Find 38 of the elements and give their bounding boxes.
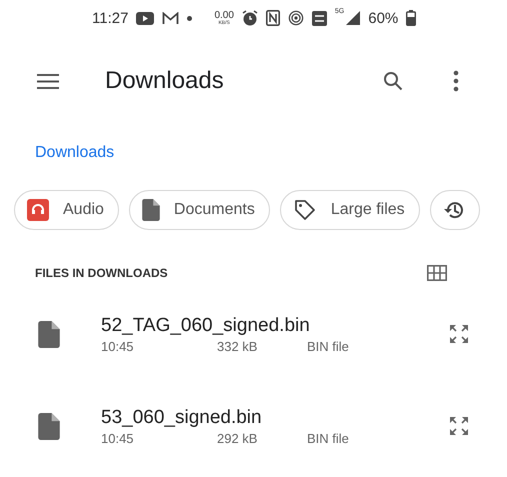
history-icon [442,199,465,221]
nfc-icon [266,10,280,26]
headphones-icon [27,199,49,221]
file-size: 332 kB [217,338,258,354]
search-button[interactable] [383,71,403,91]
file-size: 292 kB [217,430,258,446]
file-time: 10:45 [101,338,135,354]
filter-chip[interactable]: Large files [280,190,420,230]
file-icon [38,412,60,440]
signal-icon [346,11,360,25]
filter-chip[interactable]: Documents [128,190,270,230]
tag-icon [292,198,317,222]
battery-percent: 60% [368,10,398,26]
more-button[interactable] [453,70,459,92]
dot-icon [187,16,192,20]
expand-button[interactable] [449,416,469,436]
breadcrumb-link[interactable]: Downloads [35,144,114,162]
filter-chip[interactable]: Audio [14,190,119,230]
status-time: 11:27 [92,10,128,26]
grid-view-button[interactable] [427,265,447,281]
alarm-icon [242,10,258,26]
hotspot-icon [288,10,304,26]
file-name: 53_060_signed.bin [101,406,263,428]
mail-icon [162,12,180,24]
section-header: FILES IN DOWNLOADS [35,266,169,280]
file-name: 52_TAG_060_signed.bin [101,314,311,336]
speed-value: 0.00 [214,10,234,20]
file-type: BIN file [307,430,349,446]
video-icon [136,12,154,24]
document-icon [142,199,160,221]
filter-chip[interactable] [430,190,480,230]
menu-button[interactable] [37,74,59,88]
file-icon [38,320,60,348]
file-type: BIN file [307,338,349,354]
page-title: Downloads [105,67,225,95]
battery-icon [406,10,416,26]
file-time: 10:45 [101,430,135,446]
expand-button[interactable] [449,324,469,344]
